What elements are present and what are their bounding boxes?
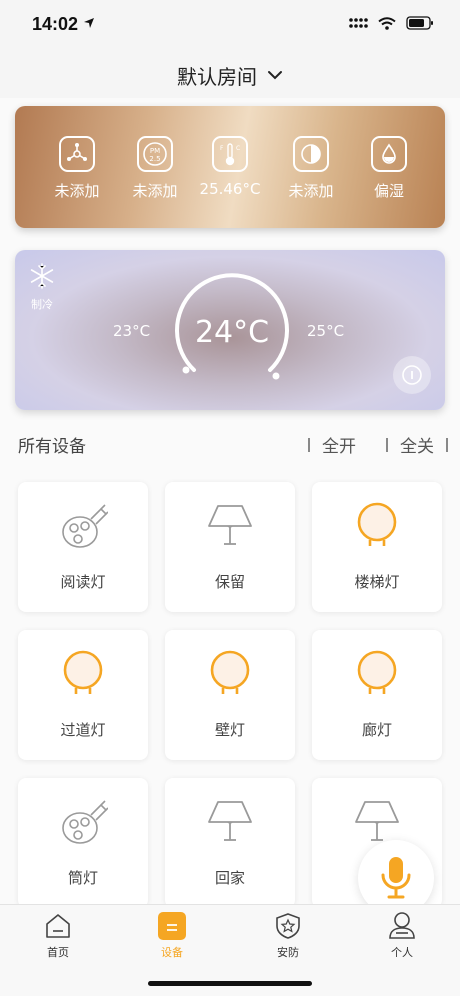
env-label: 未添加 <box>288 182 334 200</box>
main-content: 未添加 PM 2.5 未添加 FC 25.46°C 未添加 偏湿 制冷 23°C… <box>0 98 460 904</box>
env-label: 未添加 <box>132 182 178 200</box>
bulb-icon <box>357 650 397 694</box>
tab-label: 安防 <box>277 946 299 959</box>
signal-icon <box>349 18 368 28</box>
device-tile[interactable]: 壁灯 <box>165 630 295 760</box>
device-label: 回家 <box>214 869 245 887</box>
ac-max-temp: 25°C <box>307 322 345 340</box>
device-label: 过道灯 <box>60 721 106 739</box>
info-icon <box>402 365 422 385</box>
person-icon <box>387 911 417 941</box>
location-arrow-icon <box>84 18 95 28</box>
tab-label: 首页 <box>47 946 69 959</box>
header: 默认房间 <box>0 50 460 100</box>
all-on-button[interactable]: 全开 <box>322 432 356 457</box>
ac-card[interactable]: 制冷 23°C 24°C 25°C <box>15 250 445 410</box>
spotlight-icon <box>62 800 108 844</box>
battery-icon <box>406 16 433 30</box>
ac-min-temp: 23°C <box>113 322 151 340</box>
env-item-humidity[interactable]: 偏湿 <box>349 136 429 201</box>
wifi-icon <box>378 16 396 30</box>
ac-mode-label: 制冷 <box>31 298 53 311</box>
fan-icon <box>59 136 95 172</box>
env-label: 偏湿 <box>373 182 404 200</box>
env-label: 25.46°C <box>199 180 261 198</box>
all-off-button[interactable]: 全关 <box>400 432 434 457</box>
light-sensor-icon <box>293 136 329 172</box>
env-item-light[interactable]: 未添加 <box>271 136 351 201</box>
env-label: 未添加 <box>54 182 100 200</box>
svg-text:PM: PM <box>150 147 160 155</box>
device-label: 保留 <box>214 573 245 591</box>
device-tile[interactable]: 筒灯 <box>18 778 148 904</box>
env-item-pm25[interactable]: PM 2.5 未添加 <box>115 136 195 201</box>
ac-current-temp: 24°C <box>194 314 270 350</box>
home-indicator <box>148 981 312 986</box>
pm25-icon: PM 2.5 <box>137 136 173 172</box>
bulb-icon <box>63 650 103 694</box>
tab-label: 个人 <box>391 946 413 959</box>
lamp-icon <box>208 505 252 545</box>
snowflake-icon <box>30 263 54 289</box>
home-icon <box>43 911 73 941</box>
room-selector[interactable]: 默认房间 <box>177 61 283 90</box>
bulb-icon <box>357 502 397 546</box>
status-icons <box>348 16 434 30</box>
device-label: 廊灯 <box>361 721 392 739</box>
status-bar: 14:02 <box>0 0 460 50</box>
svg-text:F: F <box>220 145 224 152</box>
tab-home[interactable]: 首页 <box>18 911 98 960</box>
device-icon <box>157 911 187 941</box>
env-item-temperature[interactable]: FC 25.46°C <box>190 136 270 198</box>
tab-devices[interactable]: 设备 <box>132 911 212 960</box>
tab-profile[interactable]: 个人 <box>362 911 442 960</box>
device-tile[interactable]: 回家 <box>165 778 295 904</box>
device-label: 楼梯灯 <box>354 573 400 591</box>
device-tile[interactable]: 廊灯 <box>312 630 442 760</box>
device-tile[interactable]: 保留 <box>165 482 295 612</box>
info-button[interactable] <box>393 356 431 394</box>
devices-title: 所有设备 <box>18 437 86 457</box>
thermometer-icon: FC <box>212 136 248 172</box>
devices-header: 所有设备 全开 全关 <box>18 432 448 457</box>
svg-text:C: C <box>236 145 240 152</box>
microphone-icon <box>381 857 411 899</box>
chevron-down-icon <box>268 71 282 80</box>
spotlight-icon <box>62 504 108 548</box>
device-tile[interactable]: 过道灯 <box>18 630 148 760</box>
device-label: 阅读灯 <box>60 573 106 591</box>
devices-actions: 全开 全关 <box>296 432 448 457</box>
device-label: 筒灯 <box>67 869 98 887</box>
ac-mode[interactable]: 制冷 <box>25 262 59 312</box>
tab-security[interactable]: 安防 <box>248 911 328 960</box>
device-tile[interactable]: 楼梯灯 <box>312 482 442 612</box>
tab-label: 设备 <box>161 946 183 959</box>
device-tile[interactable]: 阅读灯 <box>18 482 148 612</box>
device-label: 壁灯 <box>214 721 245 739</box>
room-title: 默认房间 <box>177 64 257 89</box>
lamp-icon <box>208 801 252 841</box>
svg-text:2.5: 2.5 <box>149 155 160 163</box>
shield-icon <box>273 911 303 941</box>
status-time: 14:02 <box>32 14 95 35</box>
env-item-fan[interactable]: 未添加 <box>37 136 117 201</box>
bulb-icon <box>210 650 250 694</box>
humidity-icon <box>371 136 407 172</box>
environment-card[interactable]: 未添加 PM 2.5 未添加 FC 25.46°C 未添加 偏湿 <box>15 106 445 228</box>
